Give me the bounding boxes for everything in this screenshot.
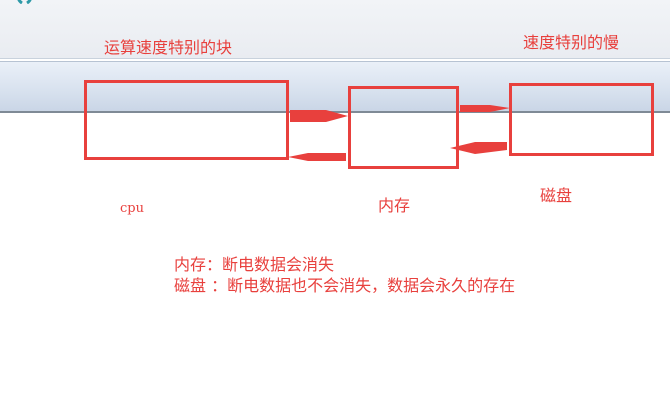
disk-note: 磁盘 ：断电数据也不会消失，数据会永久的存在 xyxy=(174,276,516,295)
arrow-memory-to-cpu xyxy=(288,153,346,161)
disk-label: 磁盘 xyxy=(540,186,573,205)
disk-box xyxy=(509,83,654,156)
cpu-box xyxy=(84,80,289,160)
memory-note: 内存：断电数据会消失 xyxy=(174,255,335,274)
memory-label: 内存 xyxy=(378,196,411,215)
app-logo-icon xyxy=(17,0,32,4)
cpu-label: cpu xyxy=(120,201,144,216)
cpu-speed-label: 运算速度特别的块 xyxy=(104,38,233,57)
disk-speed-label: 速度特别的慢 xyxy=(523,33,620,52)
memory-box xyxy=(348,86,459,169)
